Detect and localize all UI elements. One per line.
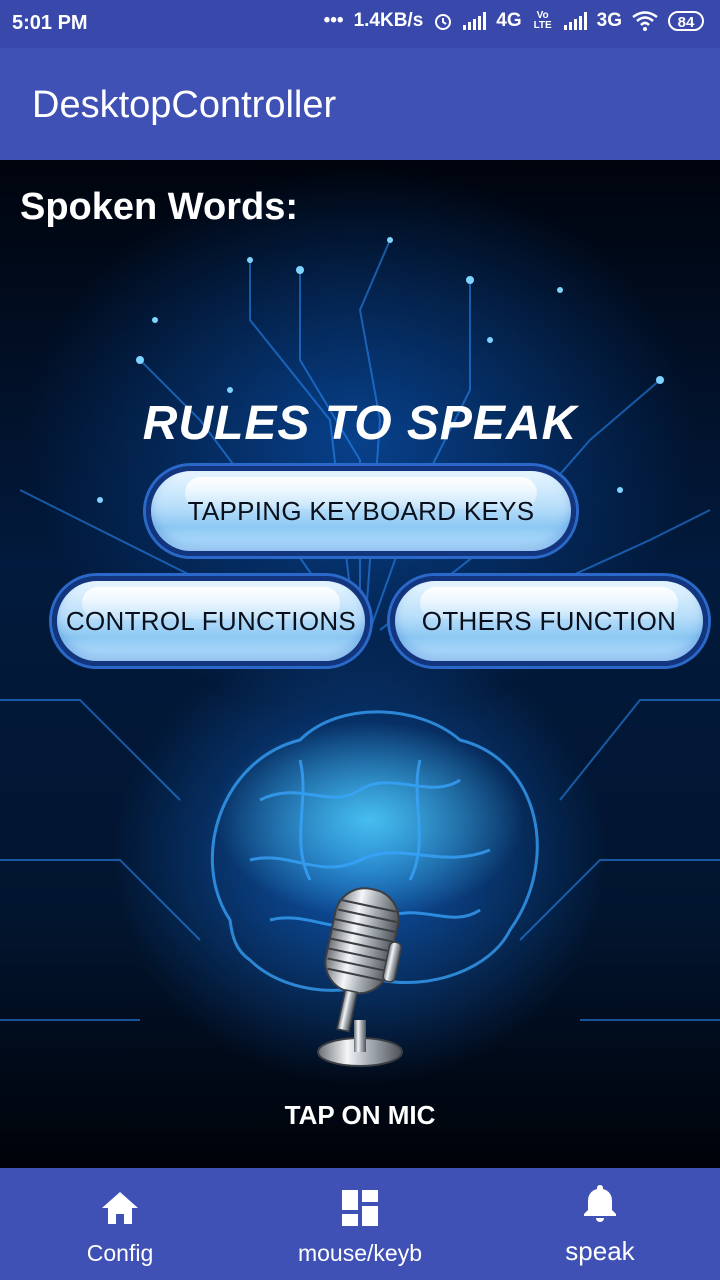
control-functions-label: CONTROL FUNCTIONS bbox=[65, 605, 357, 636]
tapping-keyboard-keys-label: TAPPING KEYBOARD KEYS bbox=[187, 495, 535, 526]
nav-item-speak[interactable]: speak bbox=[480, 1168, 720, 1280]
network-3g: 3G bbox=[596, 10, 622, 31]
nav-label-config: Config bbox=[86, 1240, 154, 1266]
nav-label-mouse-keyb: mouse/keyb bbox=[297, 1240, 422, 1266]
home-icon bbox=[102, 1192, 138, 1224]
bottom-navigation: Config mouse/keyb speak bbox=[0, 1168, 720, 1280]
rules-title: RULES TO SPEAK bbox=[142, 397, 578, 450]
others-function-label: OTHERS FUNCTION bbox=[421, 605, 677, 636]
nav-item-config[interactable]: Config bbox=[0, 1168, 240, 1280]
battery-indicator: 84 bbox=[668, 11, 704, 31]
microphone-icon[interactable] bbox=[300, 880, 420, 1070]
spoken-words-label: Spoken Words: bbox=[20, 186, 298, 228]
network-speed: 1.4KB/s bbox=[353, 10, 424, 31]
others-function-button[interactable]: OTHERS FUNCTION bbox=[390, 576, 708, 666]
app-title: DesktopController bbox=[32, 84, 337, 126]
nav-item-mouse-keyb[interactable]: mouse/keyb bbox=[240, 1168, 480, 1280]
speak-screen: Spoken Words: RULES TO SPEAK TAPPING KEY… bbox=[0, 160, 720, 1168]
network-4g: 4G bbox=[496, 10, 522, 31]
tapping-keyboard-keys-button[interactable]: TAPPING KEYBOARD KEYS bbox=[146, 466, 576, 556]
more-notifications-icon: ••• bbox=[323, 10, 344, 31]
alarm-icon bbox=[435, 14, 452, 30]
control-functions-button[interactable]: CONTROL FUNCTIONS bbox=[52, 576, 370, 666]
app-bar: DesktopController bbox=[0, 48, 720, 160]
status-time: 5:01 PM bbox=[12, 12, 88, 34]
bell-icon bbox=[584, 1185, 616, 1222]
wifi-icon bbox=[632, 11, 658, 31]
status-bar: 5:01 PM ••• 1.4KB/s 4G Vo LTE 3G 84 bbox=[0, 0, 720, 48]
status-indicators: ••• 1.4KB/s 4G Vo LTE 3G 84 bbox=[324, 10, 704, 32]
signal-icon bbox=[463, 12, 487, 30]
tap-on-mic-label: TAP ON MIC bbox=[284, 1100, 436, 1130]
volte-badge: Vo LTE bbox=[533, 10, 552, 31]
signal-icon-2 bbox=[563, 12, 587, 30]
dashboard-icon bbox=[342, 1190, 378, 1226]
nav-label-speak: speak bbox=[565, 1236, 635, 1266]
